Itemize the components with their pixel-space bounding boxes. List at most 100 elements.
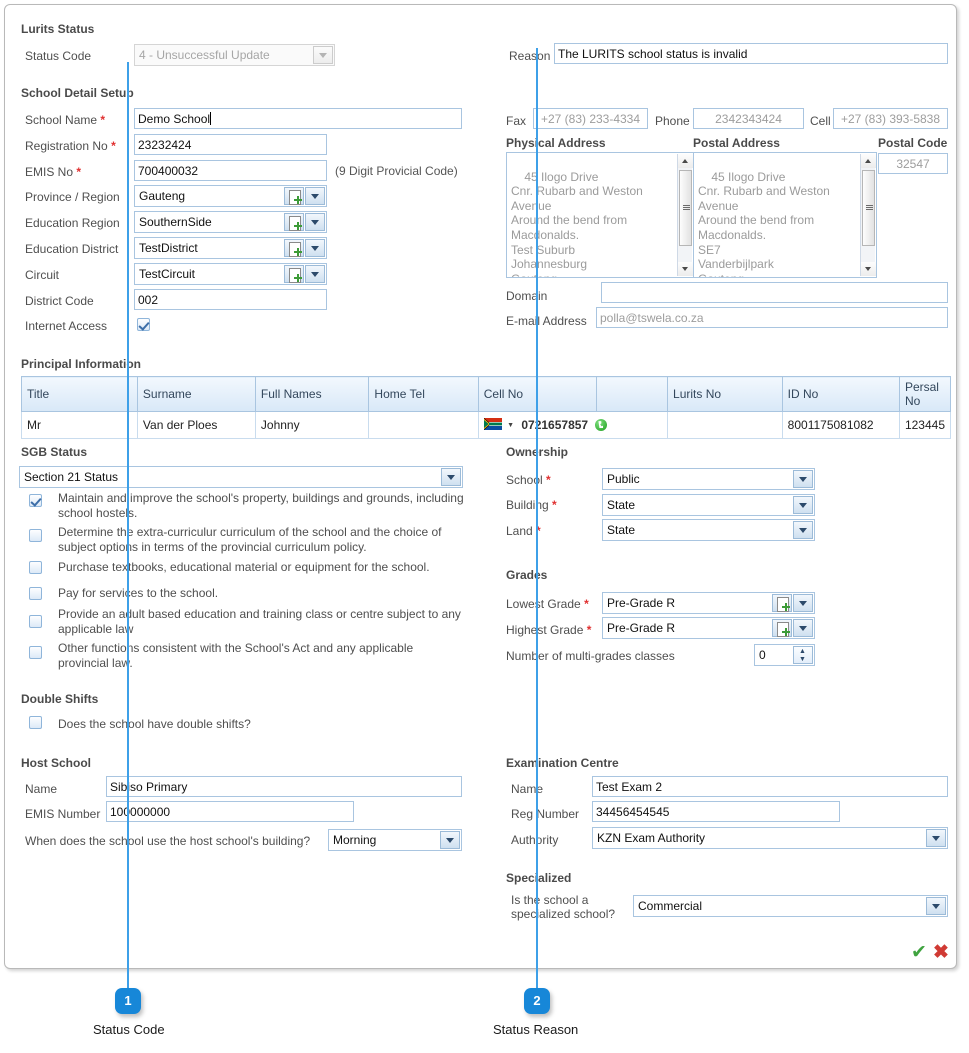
col-persal-no: Persal No (898, 376, 952, 412)
chevron-down-icon[interactable] (793, 470, 813, 488)
chevron-down-icon[interactable]: ▼ (507, 422, 514, 429)
exam-reg-number-input[interactable]: 34456454545 (592, 801, 840, 822)
exam-authority-select[interactable]: KZN Exam Authority (592, 827, 948, 849)
label-domain: Domain (506, 289, 548, 303)
fax-input[interactable]: +27 (83) 233-4334 (533, 108, 648, 129)
check-icon[interactable]: ✔ (911, 943, 927, 962)
postal-code-input[interactable]: 32547 (878, 153, 948, 174)
col-surname: Surname (136, 376, 256, 412)
chevron-down-icon[interactable] (926, 829, 946, 847)
scroll-down-icon[interactable] (678, 262, 693, 276)
south-africa-flag-icon[interactable] (483, 417, 502, 433)
school-name-input[interactable]: Demo School (134, 108, 462, 129)
district-code-input[interactable]: 002 (134, 289, 327, 310)
multigrade-classes-stepper[interactable]: 0 ▲ ▼ (754, 644, 815, 666)
chevron-down-icon[interactable] (440, 831, 460, 849)
sgb-checkbox-1[interactable] (29, 529, 42, 542)
education-region-combo[interactable]: SouthernSide (134, 211, 327, 233)
ownership-land-select[interactable]: State (602, 519, 815, 541)
exam-name-input[interactable]: Test Exam 2 (592, 776, 948, 797)
sgb-checkbox-4[interactable] (29, 615, 42, 628)
new-page-icon[interactable] (284, 265, 304, 283)
chevron-down-icon[interactable] (793, 594, 813, 612)
chevron-down-icon[interactable] (926, 897, 946, 915)
province-region-combo[interactable]: Gauteng (134, 185, 327, 207)
stepper-up-icon[interactable]: ▲ (799, 648, 806, 655)
label-district-code: District Code (25, 294, 94, 308)
new-page-icon[interactable] (284, 213, 304, 231)
lowest-grade-combo[interactable]: Pre-Grade R (602, 592, 815, 614)
label-status-code: Status Code (25, 49, 92, 63)
label-emis-no: EMIS No * (25, 165, 82, 179)
sgb-checkbox-3[interactable] (29, 587, 42, 600)
host-school-emis-input[interactable]: 100000000 (106, 801, 354, 822)
domain-input[interactable] (601, 282, 948, 303)
chevron-down-icon[interactable] (305, 213, 325, 231)
scroll-up-icon[interactable] (861, 154, 876, 168)
chevron-down-icon[interactable] (793, 496, 813, 514)
label-exam-name: Name (511, 782, 544, 796)
status-code-select[interactable]: 4 - Unsuccessful Update (134, 44, 335, 66)
emis-no-input[interactable]: 700400032 (134, 160, 327, 181)
cell-home-tel (368, 411, 479, 439)
chevron-down-icon[interactable] (305, 239, 325, 257)
sgb-checkbox-5[interactable] (29, 646, 42, 659)
label-host-school-emis: EMIS Number (25, 807, 101, 821)
internet-access-checkbox[interactable] (137, 318, 150, 331)
physical-address-textarea[interactable]: 45 Ilogo Drive Cnr. Rubarb and Weston Av… (506, 152, 694, 278)
sgb-status-select[interactable]: Section 21 Status (19, 466, 463, 488)
chevron-down-icon[interactable] (793, 521, 813, 539)
double-shifts-checkbox[interactable] (29, 716, 42, 729)
ownership-school-select[interactable]: Public (602, 468, 815, 490)
chevron-down-icon[interactable] (441, 468, 461, 486)
chevron-down-icon (313, 46, 333, 64)
education-district-combo[interactable]: TestDistrict (134, 237, 327, 259)
sgb-checkbox-2[interactable] (29, 561, 42, 574)
scrollbar-thumb[interactable] (679, 170, 692, 246)
cell-cell-no[interactable]: ▼ 0721657857 (477, 411, 669, 439)
new-page-icon[interactable] (284, 187, 304, 205)
callout-label-1: Status Code (93, 1022, 165, 1037)
status-code-value: 4 - Unsuccessful Update (139, 48, 270, 62)
specialized-school-select[interactable]: Commercial (633, 895, 948, 917)
section-title-school-detail-setup: School Detail Setup (21, 86, 134, 100)
chevron-down-icon[interactable] (305, 187, 325, 205)
section-title-lurits-status: Lurits Status (21, 22, 95, 36)
host-school-usage-select[interactable]: Morning (328, 829, 462, 851)
stepper-down-icon[interactable]: ▼ (799, 656, 806, 663)
scroll-down-icon[interactable] (861, 262, 876, 276)
sgb-item-label-3: Pay for services to the school. (58, 586, 219, 600)
cell-lurits-no (667, 411, 783, 439)
phone-input[interactable]: 2342343424 (693, 108, 804, 129)
cell-no-value: 0721657857 (521, 418, 589, 433)
double-shifts-question: Does the school have double shifts? (58, 717, 251, 731)
new-page-icon[interactable] (772, 594, 792, 612)
scrollbar-vertical[interactable] (860, 154, 876, 276)
chevron-down-icon[interactable] (305, 265, 325, 283)
stepper-buttons[interactable]: ▲ ▼ (793, 646, 813, 664)
email-address-input[interactable]: polla@tswela.co.za (596, 307, 948, 328)
scrollbar-vertical[interactable] (677, 154, 693, 276)
postal-address-textarea[interactable]: 45 Ilogo Drive Cnr. Rubarb and Weston Av… (693, 152, 877, 278)
highest-grade-combo[interactable]: Pre-Grade R (602, 617, 815, 639)
label-ownership-school: School * (506, 473, 551, 487)
cell-input[interactable]: +27 (83) 393-5838 (833, 108, 948, 129)
section-title-examination-centre: Examination Centre (506, 756, 619, 770)
host-school-name-input[interactable]: Sibiso Primary (106, 776, 462, 797)
label-postal-code: Postal Code (878, 136, 948, 150)
scrollbar-thumb[interactable] (862, 170, 875, 246)
province-region-value: Gauteng (139, 189, 186, 203)
chevron-down-icon[interactable] (793, 619, 813, 637)
sgb-item-label-4: Provide an adult based education and tra… (58, 607, 461, 636)
registration-no-input[interactable]: 23232424 (134, 134, 327, 155)
new-page-icon[interactable] (284, 239, 304, 257)
new-page-icon[interactable] (772, 619, 792, 637)
table-row[interactable]: Mr Van der Ploes Johnny ▼ 0721657857 800… (21, 411, 952, 439)
sgb-checkbox-0[interactable] (29, 494, 42, 507)
scroll-up-icon[interactable] (678, 154, 693, 168)
label-postal-address: Postal Address (693, 136, 780, 150)
circuit-combo[interactable]: TestCircuit (134, 263, 327, 285)
ownership-building-select[interactable]: State (602, 494, 815, 516)
reason-input[interactable]: The LURITS school status is invalid (554, 43, 948, 64)
cross-icon[interactable]: ✖ (933, 943, 949, 962)
